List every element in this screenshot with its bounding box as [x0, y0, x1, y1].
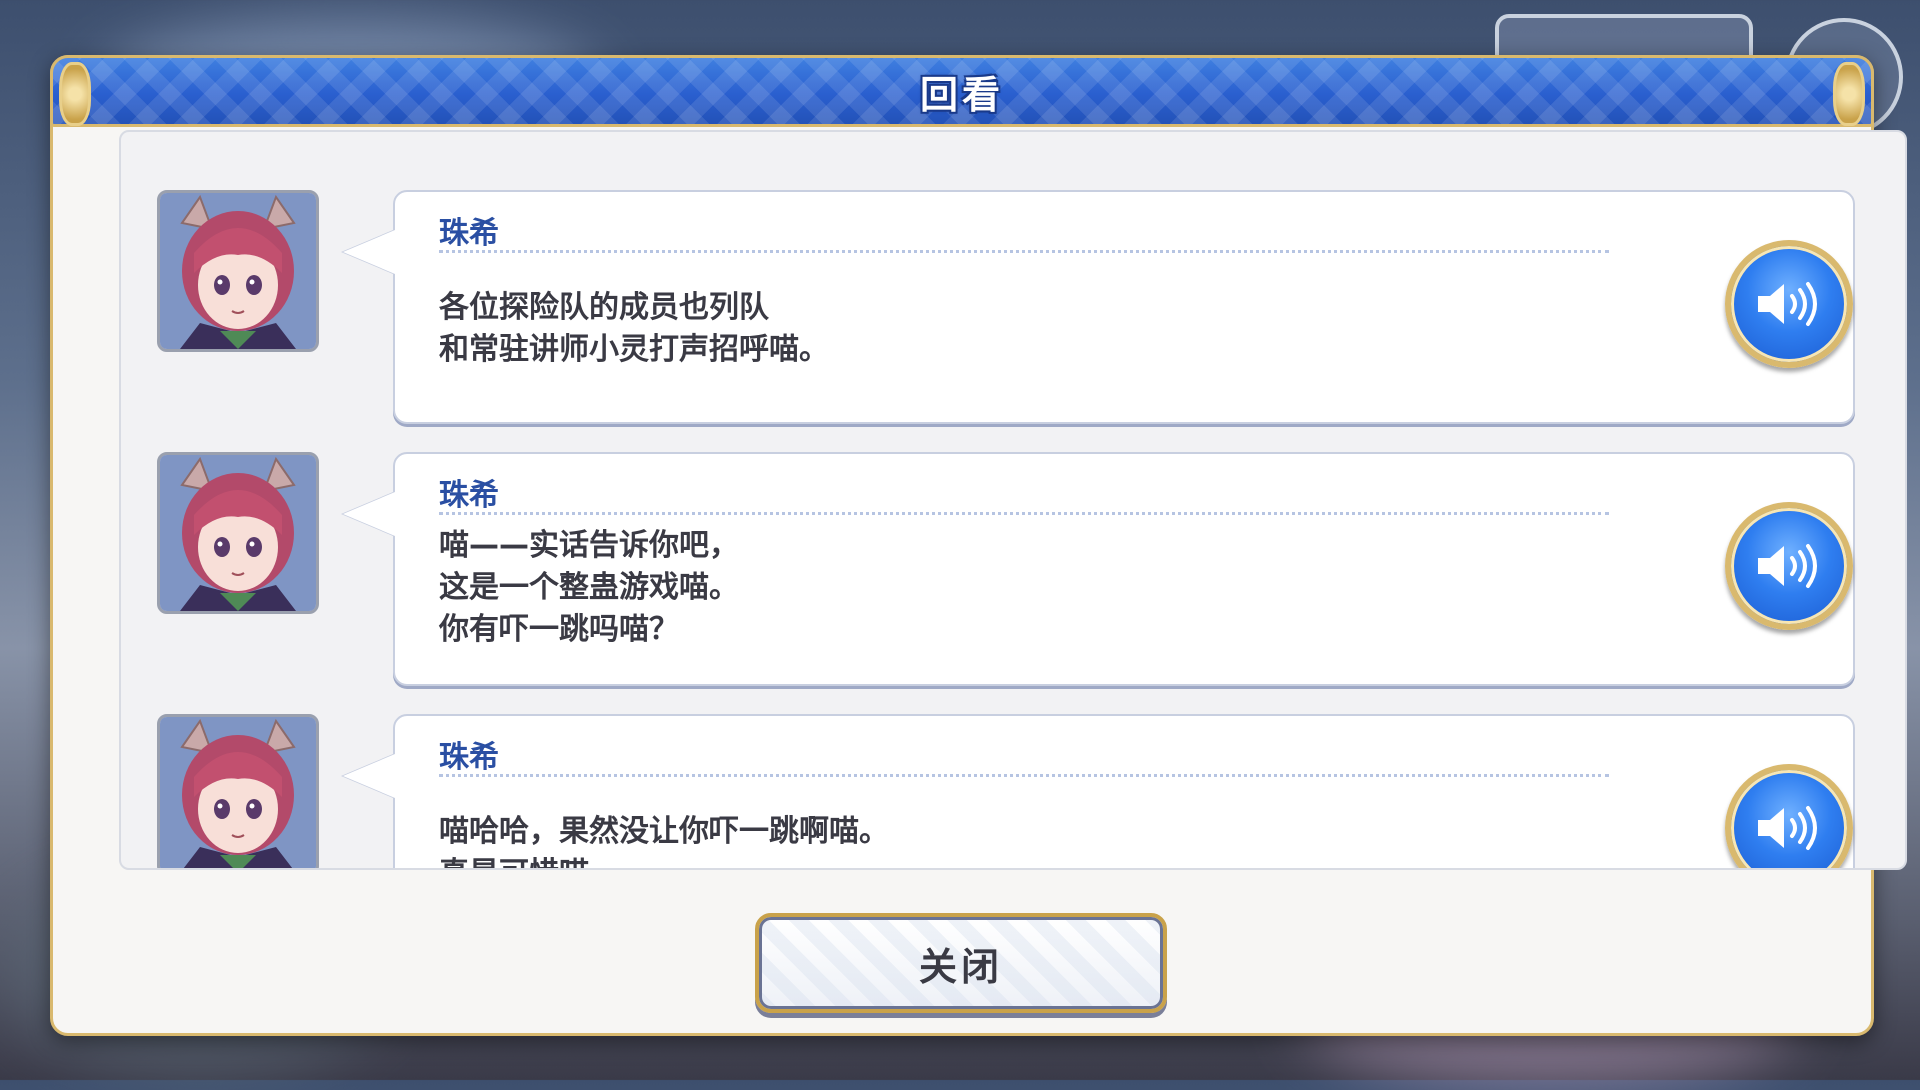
dialogue-bubble: 珠希 喵——实话告诉你吧， 这是一个整蛊游戏喵。 你有吓一跳吗喵？ — [343, 452, 1855, 686]
dialogue-bubble: 珠希 喵哈哈，果然没让你吓一跳啊喵。 真是可惜喵。 — [343, 714, 1855, 868]
dialogue-line: 喵——实话告诉你吧， — [439, 528, 739, 563]
dialogue-line: 这是一个整蛊游戏喵。 — [439, 570, 739, 605]
corner-ornament-left — [59, 62, 91, 126]
voice-replay-button[interactable] — [1725, 502, 1853, 630]
voice-replay-button[interactable] — [1725, 240, 1853, 368]
speaker-volume-icon — [1758, 282, 1817, 326]
speaker-name: 珠希 — [439, 478, 499, 513]
speaker-name: 珠希 — [439, 216, 499, 251]
backlog-dialog: 回看 珠希 各位探险队的成员也列队 和常驻讲师小灵打声招呼喵。 珠希 喵——实话… — [50, 55, 1907, 1036]
close-button[interactable]: 关闭 — [755, 913, 1167, 1013]
dialog-title: 回看 — [919, 72, 1004, 117]
speaker-divider — [439, 250, 1609, 253]
bubble-tail — [343, 492, 395, 536]
bubble-tail — [343, 754, 395, 798]
speaker-volume-icon — [1758, 806, 1817, 850]
avatar — [157, 714, 319, 868]
speaker-volume-icon — [1758, 544, 1817, 588]
backlog-list[interactable]: 珠希 各位探险队的成员也列队 和常驻讲师小灵打声招呼喵。 珠希 喵——实话告诉你… — [119, 130, 1907, 870]
dialogue-bubble: 珠希 各位探险队的成员也列队 和常驻讲师小灵打声招呼喵。 — [343, 190, 1855, 424]
character-portrait-icon — [160, 455, 316, 611]
dialogue-line: 和常驻讲师小灵打声招呼喵。 — [439, 332, 829, 367]
dialog-header: 回看 — [50, 55, 1874, 127]
avatar — [157, 190, 319, 352]
character-portrait-icon — [160, 193, 316, 349]
speaker-divider — [439, 512, 1609, 515]
character-portrait-icon — [160, 717, 316, 868]
avatar — [157, 452, 319, 614]
dialogue-line: 喵哈哈，果然没让你吓一跳啊喵。 — [439, 814, 889, 849]
dialogue-line: 真是可惜喵。 — [439, 854, 619, 868]
voice-replay-button[interactable] — [1725, 764, 1853, 868]
bubble-tail — [343, 230, 395, 274]
speaker-divider — [439, 774, 1609, 777]
corner-ornament-right — [1833, 62, 1865, 126]
speaker-name: 珠希 — [439, 740, 499, 775]
dialogue-line: 各位探险队的成员也列队 — [439, 290, 769, 325]
dialogue-line: 你有吓一跳吗喵？ — [439, 612, 679, 647]
